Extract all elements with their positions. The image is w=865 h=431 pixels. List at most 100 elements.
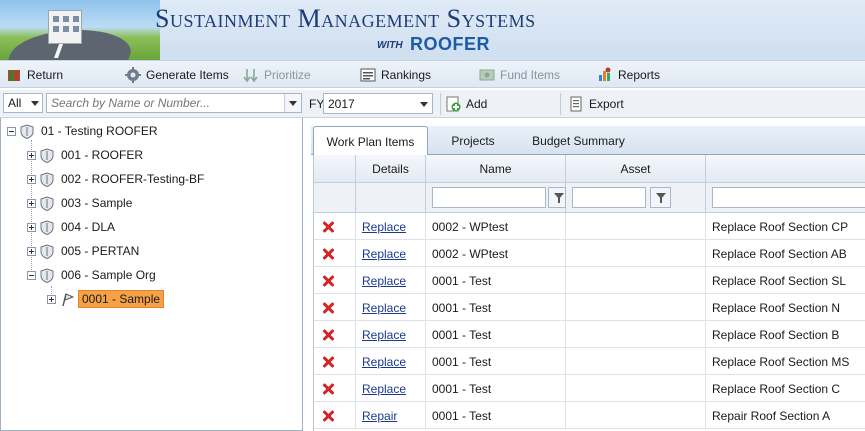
rankings-button[interactable]: Rankings — [360, 66, 431, 84]
asset-cell — [566, 348, 706, 375]
tab-projects[interactable]: Projects — [433, 126, 513, 155]
column-header-action — [314, 155, 356, 183]
asset-cell — [566, 321, 706, 348]
expand-icon[interactable] — [27, 174, 36, 184]
expand-icon[interactable] — [27, 150, 36, 160]
tree-node-root[interactable]: 01 - Testing ROOFER — [7, 121, 160, 141]
details-link[interactable]: Replace — [362, 220, 406, 234]
tree-node-0001-sample[interactable]: 0001 - Sample — [47, 289, 165, 309]
export-label: Export — [589, 97, 624, 111]
table-row[interactable]: Replace 0002 - WPtest Replace Roof Section… — [314, 240, 865, 267]
details-link[interactable]: Replace — [362, 355, 406, 369]
search-input[interactable] — [46, 93, 302, 113]
delete-icon[interactable] — [322, 356, 334, 368]
expand-icon[interactable] — [27, 198, 36, 208]
tree-node-label: 004 - DLA — [61, 220, 116, 234]
details-link[interactable]: Repair — [362, 409, 397, 423]
tree-node-001[interactable]: 001 - ROOFER — [27, 145, 146, 165]
details-link[interactable]: Replace — [362, 382, 406, 396]
generate-items-button[interactable]: Generate Items — [125, 66, 229, 84]
asset-filter-input[interactable] — [572, 187, 646, 208]
table-row[interactable]: Replace 0002 - WPtest Replace Roof Section… — [314, 213, 865, 240]
collapse-icon[interactable] — [7, 126, 16, 136]
return-label: Return — [27, 68, 64, 82]
shield-icon — [40, 195, 54, 211]
delete-icon[interactable] — [322, 275, 334, 287]
add-label: Add — [466, 97, 488, 111]
tree-node-004[interactable]: 004 - DLA — [27, 217, 118, 237]
tree-node-label-selected: 0001 - Sample — [78, 290, 165, 308]
return-button[interactable]: Return — [6, 66, 63, 84]
description-cell: Replace Roof Section N — [712, 300, 841, 315]
reports-button[interactable]: Reports — [597, 66, 660, 84]
delete-icon[interactable] — [322, 410, 334, 422]
prioritize-icon — [243, 67, 259, 83]
table-row[interactable]: Replace 0001 - Test Replace Roof Section N — [314, 294, 865, 321]
name-filter-input[interactable] — [432, 187, 546, 208]
export-button[interactable]: Export — [568, 95, 624, 113]
table-row[interactable]: Repair 0001 - Test Repair Roof Section A — [314, 402, 865, 429]
fy-select[interactable]: 2017 — [323, 93, 433, 114]
tab-label: Work Plan Items — [326, 134, 415, 149]
expand-icon[interactable] — [27, 246, 36, 256]
fy-toolbar: FY 2017 Add Export — [305, 90, 865, 118]
prioritize-label: Prioritize — [264, 68, 311, 82]
column-header-name[interactable]: Name — [426, 155, 566, 183]
delete-icon[interactable] — [322, 329, 334, 341]
tree-node-label: 01 - Testing ROOFER — [41, 124, 158, 138]
table-row[interactable]: Replace 0001 - Test Replace Roof Section C — [314, 375, 865, 402]
fund-items-label: Fund Items — [500, 68, 561, 82]
filter-select[interactable]: All — [3, 93, 43, 113]
name-cell: 0001 - Test — [426, 402, 566, 429]
tree-node-003[interactable]: 003 - Sample — [27, 193, 135, 213]
tree-node-005[interactable]: 005 - PERTAN — [27, 241, 142, 261]
details-link[interactable]: Replace — [362, 247, 406, 261]
asset-filter-button[interactable] — [650, 187, 671, 208]
details-link[interactable]: Replace — [362, 328, 406, 342]
reports-icon — [597, 67, 613, 83]
collapse-icon[interactable] — [27, 270, 36, 280]
details-link[interactable]: Replace — [362, 301, 406, 315]
toolbar-divider — [440, 93, 441, 115]
shield-icon — [20, 123, 34, 139]
main-toolbar: Return Generate Items Prioritize Ranking… — [0, 60, 865, 88]
tab-work-plan-items[interactable]: Work Plan Items — [313, 126, 428, 156]
column-header-asset[interactable]: Asset — [566, 155, 706, 183]
expand-icon[interactable] — [47, 294, 56, 304]
chevron-down-icon — [420, 102, 428, 107]
tab-budget-summary[interactable]: Budget Summary — [521, 126, 636, 155]
add-button[interactable]: Add — [445, 95, 487, 113]
shield-icon — [40, 171, 54, 187]
search-dropdown-button[interactable] — [284, 94, 301, 112]
table-row[interactable]: Replace 0001 - Test Replace Roof Section M… — [314, 348, 865, 375]
table-row[interactable]: Replace 0001 - Test Replace Roof Section B — [314, 321, 865, 348]
details-link[interactable]: Replace — [362, 274, 406, 288]
asset-cell — [566, 240, 706, 267]
description-filter-input[interactable] — [712, 187, 865, 208]
tree-node-002[interactable]: 002 - ROOFER-Testing-BF — [27, 169, 207, 189]
delete-icon[interactable] — [322, 302, 334, 314]
delete-icon[interactable] — [322, 383, 334, 395]
table-row[interactable]: Replace 0001 - Test Replace Roof Section S… — [314, 267, 865, 294]
fy-select-value: 2017 — [328, 97, 355, 111]
column-header-description[interactable] — [706, 155, 865, 183]
shield-icon — [40, 267, 54, 283]
expand-icon[interactable] — [27, 222, 36, 232]
column-header-details[interactable]: Details — [356, 155, 426, 183]
delete-icon[interactable] — [322, 248, 334, 260]
gear-icon — [125, 67, 141, 83]
add-icon — [445, 96, 461, 112]
name-cell: 0002 - WPtest — [426, 240, 566, 267]
name-cell: 0001 - Test — [426, 375, 566, 402]
tree-search-bar: All — [0, 90, 305, 118]
tree-node-006[interactable]: 006 - Sample Org — [27, 265, 159, 285]
name-cell: 0001 - Test — [426, 348, 566, 375]
delete-icon[interactable] — [322, 221, 334, 233]
name-filter-button[interactable] — [548, 187, 566, 208]
building-icon — [48, 10, 82, 44]
app-product-name: ROOFER — [410, 34, 491, 54]
prioritize-button[interactable]: Prioritize — [243, 66, 311, 84]
fund-items-button[interactable]: Fund Items — [479, 66, 560, 84]
tree-node-label: 005 - PERTAN — [61, 244, 140, 258]
tab-strip: Work Plan Items Projects Budget Summary — [311, 126, 865, 156]
